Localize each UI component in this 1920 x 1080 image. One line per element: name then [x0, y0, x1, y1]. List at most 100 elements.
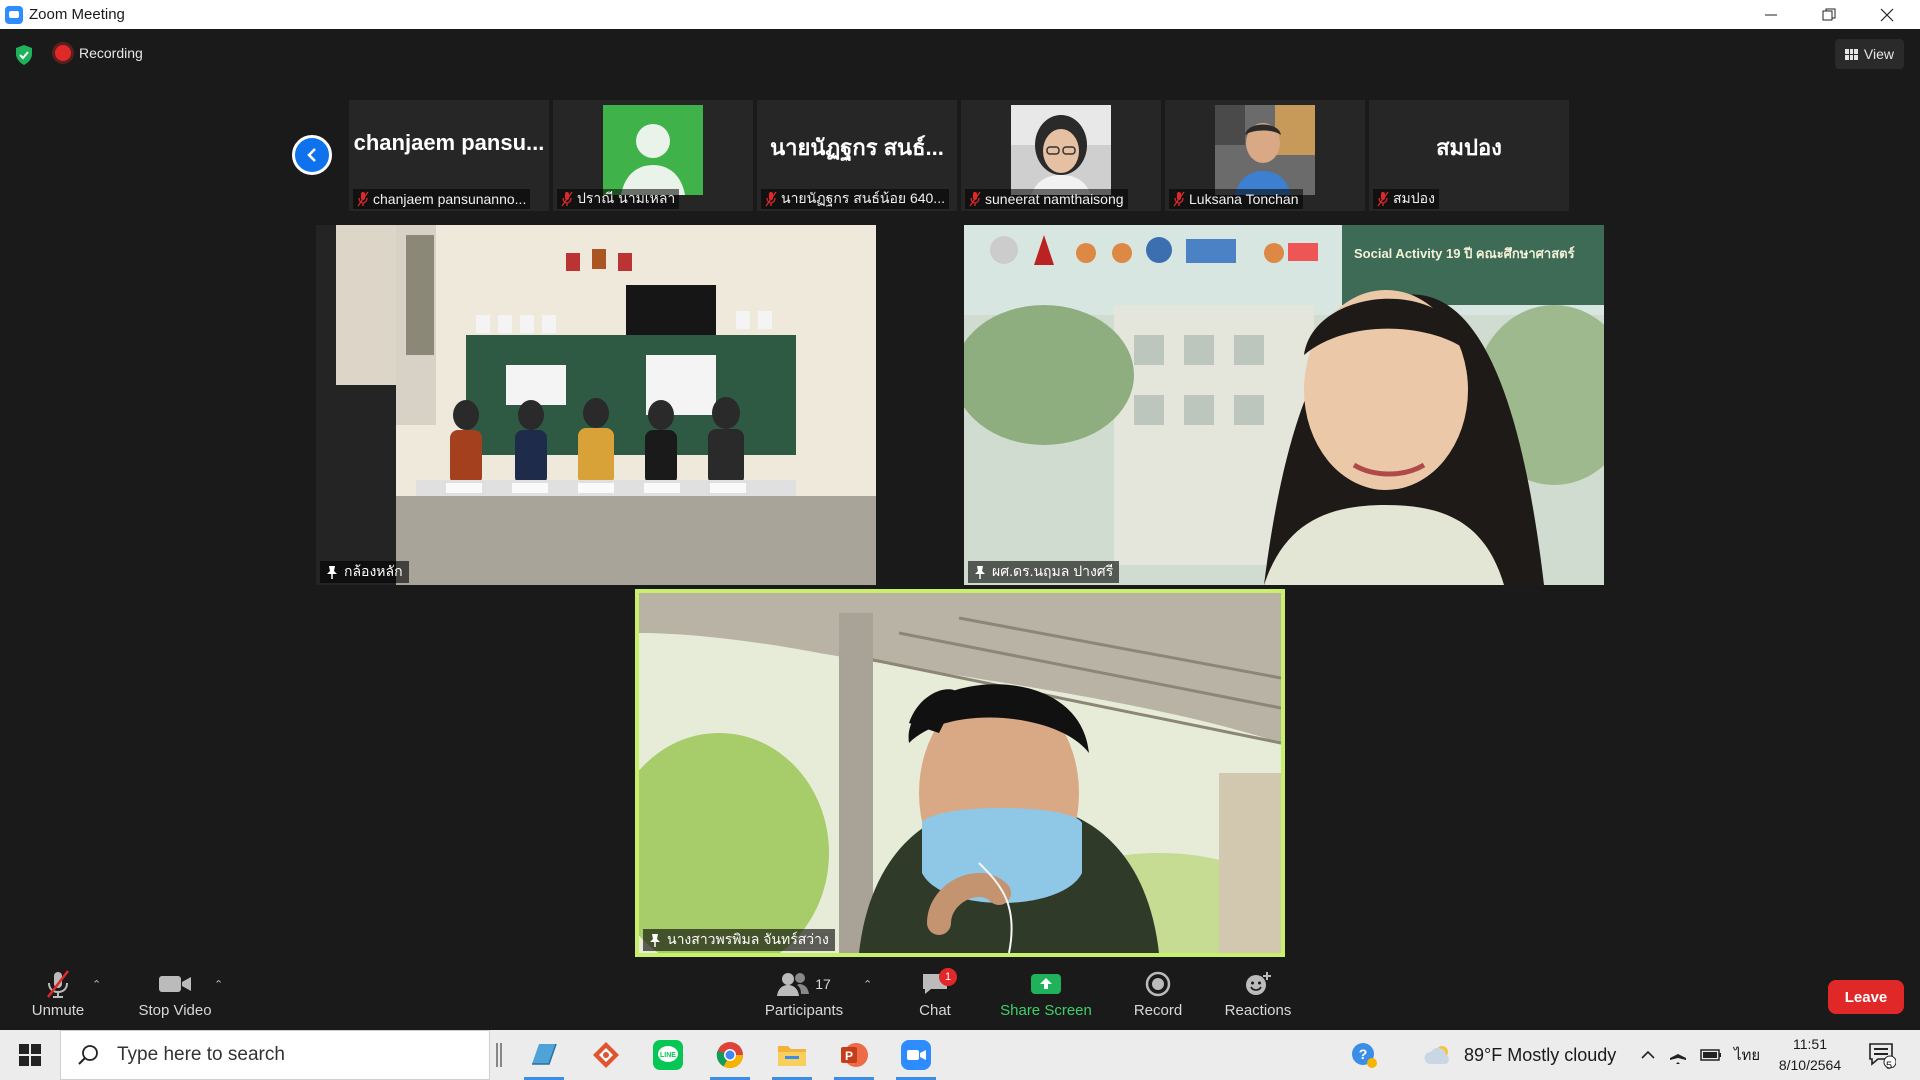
leave-button[interactable]: Leave: [1828, 980, 1904, 1014]
restore-button[interactable]: [1800, 0, 1858, 29]
reactions-label: Reactions: [1224, 1002, 1292, 1019]
pin-icon: [650, 934, 660, 947]
mic-muted-icon: [1173, 191, 1185, 207]
show-hidden-icons-button[interactable]: [1640, 1030, 1656, 1080]
participants-button[interactable]: 17 Participants: [762, 966, 846, 1030]
puzzle-app-icon: [593, 1042, 619, 1068]
start-button[interactable]: [0, 1030, 60, 1080]
record-button[interactable]: Record: [1130, 966, 1186, 1030]
chat-button[interactable]: 1 Chat: [912, 966, 958, 1030]
mic-muted-icon: [47, 970, 69, 998]
participant-big-name: นายนัฏฐกร สนธ์...: [770, 135, 944, 160]
taskbar-app-files[interactable]: [518, 1030, 570, 1080]
windows-logo-icon: [19, 1044, 41, 1066]
participant-big-name: chanjaem pansu...: [353, 130, 545, 155]
zoom-window: Zoom Meeting Recording View chanjaem pan…: [0, 0, 1920, 1080]
title-bar: Zoom Meeting: [0, 0, 1920, 29]
participant-tile-5[interactable]: Luksana Tonchan: [1165, 100, 1365, 211]
video-options-caret[interactable]: ⌃: [214, 978, 223, 991]
task-view-divider: [494, 1030, 504, 1080]
taskbar-app-zoom[interactable]: [890, 1030, 942, 1080]
grid-icon: [1844, 48, 1858, 60]
notification-center-button[interactable]: 5: [1868, 1030, 1896, 1080]
taskbar-app-line[interactable]: LINE: [642, 1030, 694, 1080]
mic-muted-icon: [561, 191, 573, 207]
taskbar-clock[interactable]: 11:51 8/10/2564: [1760, 1034, 1860, 1076]
record-label: Record: [1133, 1002, 1183, 1019]
audio-options-caret[interactable]: ⌃: [92, 978, 101, 991]
stop-video-label: Stop Video: [138, 1002, 212, 1019]
zoom-app-icon: [901, 1040, 931, 1070]
help-icon: ?: [1352, 1043, 1377, 1068]
participants-options-caret[interactable]: ⌃: [863, 978, 872, 991]
powerpoint-icon: P: [841, 1043, 868, 1067]
classroom-video: [316, 225, 876, 585]
default-avatar-icon: [603, 105, 703, 195]
input-language-indicator[interactable]: ไทย: [1734, 1030, 1760, 1080]
mic-muted-icon: [1377, 191, 1389, 207]
window-title: Zoom Meeting: [29, 6, 125, 23]
video-tile-presenter[interactable]: Social Activity 19 ปี คณะศึกษาศาสตร์ ผศ.…: [964, 225, 1604, 585]
participant-photo-boy: [1215, 105, 1315, 195]
participant-photo-woman: [1011, 105, 1111, 195]
participants-icon: [777, 973, 810, 996]
recording-indicator[interactable]: Recording: [55, 45, 143, 61]
windows-taskbar: Type here to search LINE P ? 89°F Mostly…: [0, 1030, 1920, 1080]
notification-count: 5: [1886, 1060, 1893, 1072]
airplane-icon: [1670, 1046, 1686, 1064]
help-tray-icon[interactable]: ?: [1350, 1030, 1378, 1080]
taskbar-app-puzzle[interactable]: [580, 1030, 632, 1080]
pin-icon: [975, 566, 985, 579]
participant-label: สมปอง: [1373, 189, 1439, 209]
airplane-mode-icon[interactable]: [1668, 1030, 1688, 1080]
participant-label: chanjaem pansunanno...: [353, 189, 531, 209]
minimize-button[interactable]: [1742, 0, 1800, 29]
taskbar-search-box[interactable]: Type here to search: [60, 1030, 490, 1080]
participant-label: Luksana Tonchan: [1169, 189, 1303, 209]
chat-unread-badge: 1: [939, 968, 957, 986]
stop-video-button[interactable]: Stop Video: [130, 966, 220, 1030]
search-placeholder: Type here to search: [117, 1044, 285, 1065]
line-app-icon: LINE: [653, 1040, 683, 1070]
clock-time: 11:51: [1793, 1036, 1827, 1052]
participant-tile-6[interactable]: สมปอง สมปอง: [1369, 100, 1569, 211]
participant-label: ปราณี นามเหลา: [557, 189, 680, 209]
shield-icon[interactable]: [14, 44, 34, 66]
search-icon: [78, 1045, 98, 1065]
close-button[interactable]: [1858, 0, 1916, 29]
participant-name: Luksana Tonchan: [1189, 191, 1299, 207]
video-tile-active-speaker[interactable]: นางสาวพรพิมล จันทร์สว่าง: [635, 589, 1285, 957]
share-screen-button[interactable]: Share Screen: [996, 966, 1096, 1030]
mic-muted-icon: [969, 191, 981, 207]
participant-label: suneerat namthaisong: [965, 189, 1128, 209]
taskbar-app-powerpoint[interactable]: P: [828, 1030, 880, 1080]
presenter-banner-text: Social Activity 19 ปี คณะศึกษาศาสตร์: [1354, 246, 1575, 261]
input-language-label: ไทย: [1734, 1047, 1761, 1064]
participant-name: chanjaem pansunanno...: [373, 191, 527, 207]
share-screen-label: Share Screen: [1000, 1002, 1092, 1019]
reactions-button[interactable]: Reactions: [1222, 966, 1294, 1030]
participant-name: suneerat namthaisong: [985, 191, 1124, 207]
strip-previous-button[interactable]: [292, 135, 332, 175]
participant-tile-3[interactable]: นายนัฏฐกร สนธ์... นายนัฏฐกร สนธ์น้อย 640…: [757, 100, 957, 211]
weather-text: 89°F Mostly cloudy: [1464, 1044, 1617, 1065]
taskbar-app-chrome[interactable]: [704, 1030, 756, 1080]
unmute-button[interactable]: Unmute: [26, 966, 90, 1030]
video-participant-name: กล้องหลัก: [344, 563, 403, 579]
video-tile-classroom[interactable]: กล้องหลัก: [316, 225, 876, 585]
mic-muted-icon: [765, 191, 777, 207]
presenter-video: Social Activity 19 ปี คณะศึกษาศาสตร์: [964, 225, 1604, 585]
taskbar-app-explorer[interactable]: [766, 1030, 818, 1080]
unmute-label: Unmute: [31, 1002, 85, 1019]
participant-tile-4[interactable]: suneerat namthaisong: [961, 100, 1161, 211]
participant-tile-1[interactable]: chanjaem pansu... chanjaem pansunanno...: [349, 100, 549, 211]
weather-widget[interactable]: 89°F Mostly cloudy: [1424, 1030, 1616, 1080]
view-button[interactable]: View: [1834, 39, 1904, 69]
participants-count: 17: [815, 976, 831, 992]
battery-icon[interactable]: [1700, 1030, 1722, 1080]
cloudy-weather-icon: [1424, 1046, 1449, 1064]
zoom-app-icon: [5, 5, 23, 24]
recording-label: Recording: [79, 45, 143, 61]
svg-text:LINE: LINE: [660, 1052, 676, 1059]
participant-tile-2[interactable]: ปราณี นามเหลา: [553, 100, 753, 211]
